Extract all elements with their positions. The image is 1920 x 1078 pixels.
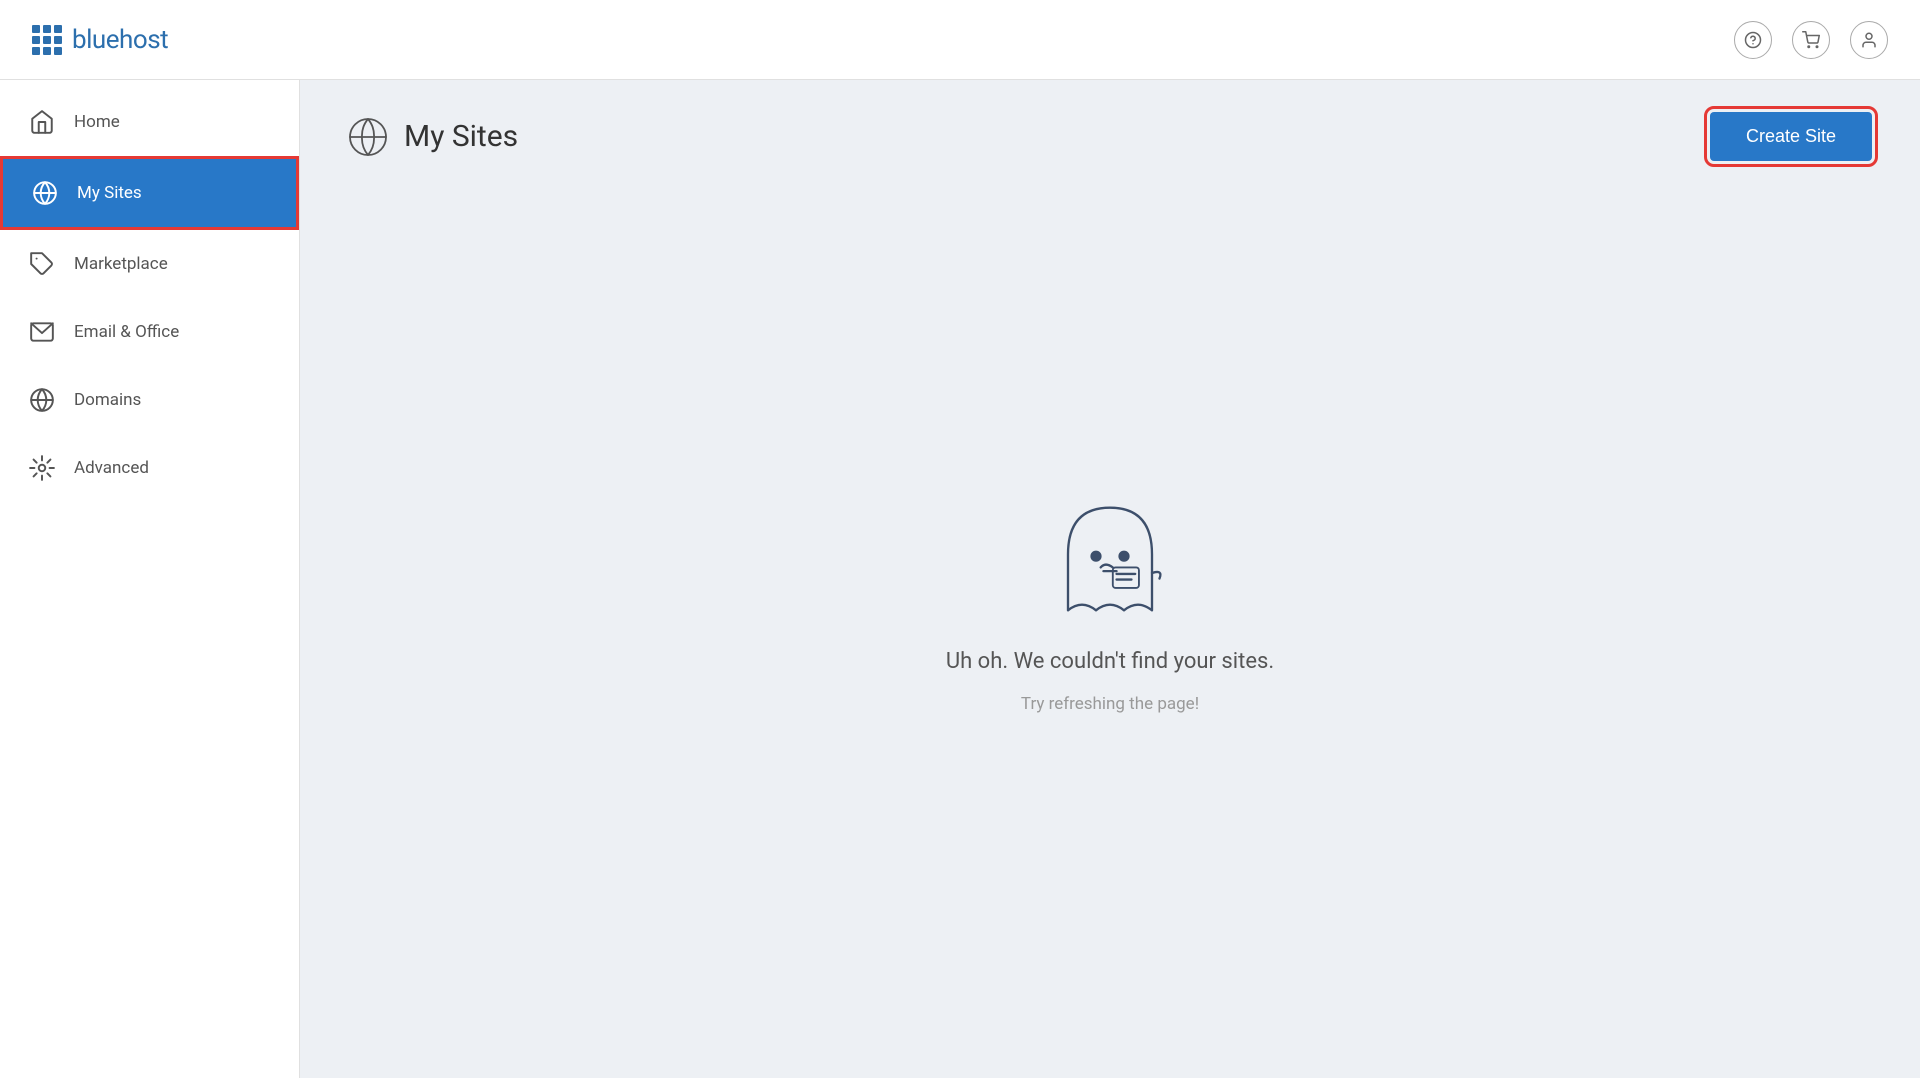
cart-button[interactable] <box>1792 21 1830 59</box>
page-title: My Sites <box>404 119 518 154</box>
header-icons <box>1734 21 1888 59</box>
main-content: My Sites Create Site <box>300 80 1920 1078</box>
sidebar-item-my-sites-label: My Sites <box>77 183 142 203</box>
user-button[interactable] <box>1850 21 1888 59</box>
sidebar-item-home-label: Home <box>74 112 120 132</box>
empty-state: Uh oh. We couldn't find your sites. Try … <box>300 185 1920 1078</box>
page-wordpress-icon <box>348 117 388 157</box>
sidebar-item-my-sites[interactable]: My Sites <box>0 156 299 230</box>
sidebar-item-marketplace-label: Marketplace <box>74 254 168 274</box>
main-title-area: My Sites <box>348 117 518 157</box>
user-icon <box>1860 31 1878 49</box>
help-icon <box>1744 31 1762 49</box>
email-icon <box>28 318 56 346</box>
home-icon <box>28 108 56 136</box>
logo-area[interactable]: bluehost <box>32 25 168 55</box>
empty-state-title: Uh oh. We couldn't find your sites. <box>946 649 1274 674</box>
main-layout: Home My Sites Marketplace <box>0 80 1920 1078</box>
sidebar-item-home[interactable]: Home <box>0 88 299 156</box>
sidebar-item-advanced-label: Advanced <box>74 458 149 478</box>
sidebar-item-domains-label: Domains <box>74 390 141 410</box>
sidebar: Home My Sites Marketplace <box>0 80 300 1078</box>
cart-icon <box>1802 31 1820 49</box>
sidebar-item-email-office[interactable]: Email & Office <box>0 298 299 366</box>
main-header: My Sites Create Site <box>300 80 1920 185</box>
sidebar-item-marketplace[interactable]: Marketplace <box>0 230 299 298</box>
create-site-button[interactable]: Create Site <box>1710 112 1872 161</box>
marketplace-icon <box>28 250 56 278</box>
domains-icon <box>28 386 56 414</box>
wordpress-icon <box>31 179 59 207</box>
top-header: bluehost <box>0 0 1920 80</box>
sidebar-item-email-office-label: Email & Office <box>74 322 179 342</box>
help-button[interactable] <box>1734 21 1772 59</box>
logo-grid-icon <box>32 25 62 55</box>
logo-text: bluehost <box>72 25 168 55</box>
ghost-illustration <box>1045 489 1175 629</box>
advanced-icon <box>28 454 56 482</box>
sidebar-item-advanced[interactable]: Advanced <box>0 434 299 502</box>
empty-state-subtitle: Try refreshing the page! <box>1021 694 1199 714</box>
sidebar-item-domains[interactable]: Domains <box>0 366 299 434</box>
